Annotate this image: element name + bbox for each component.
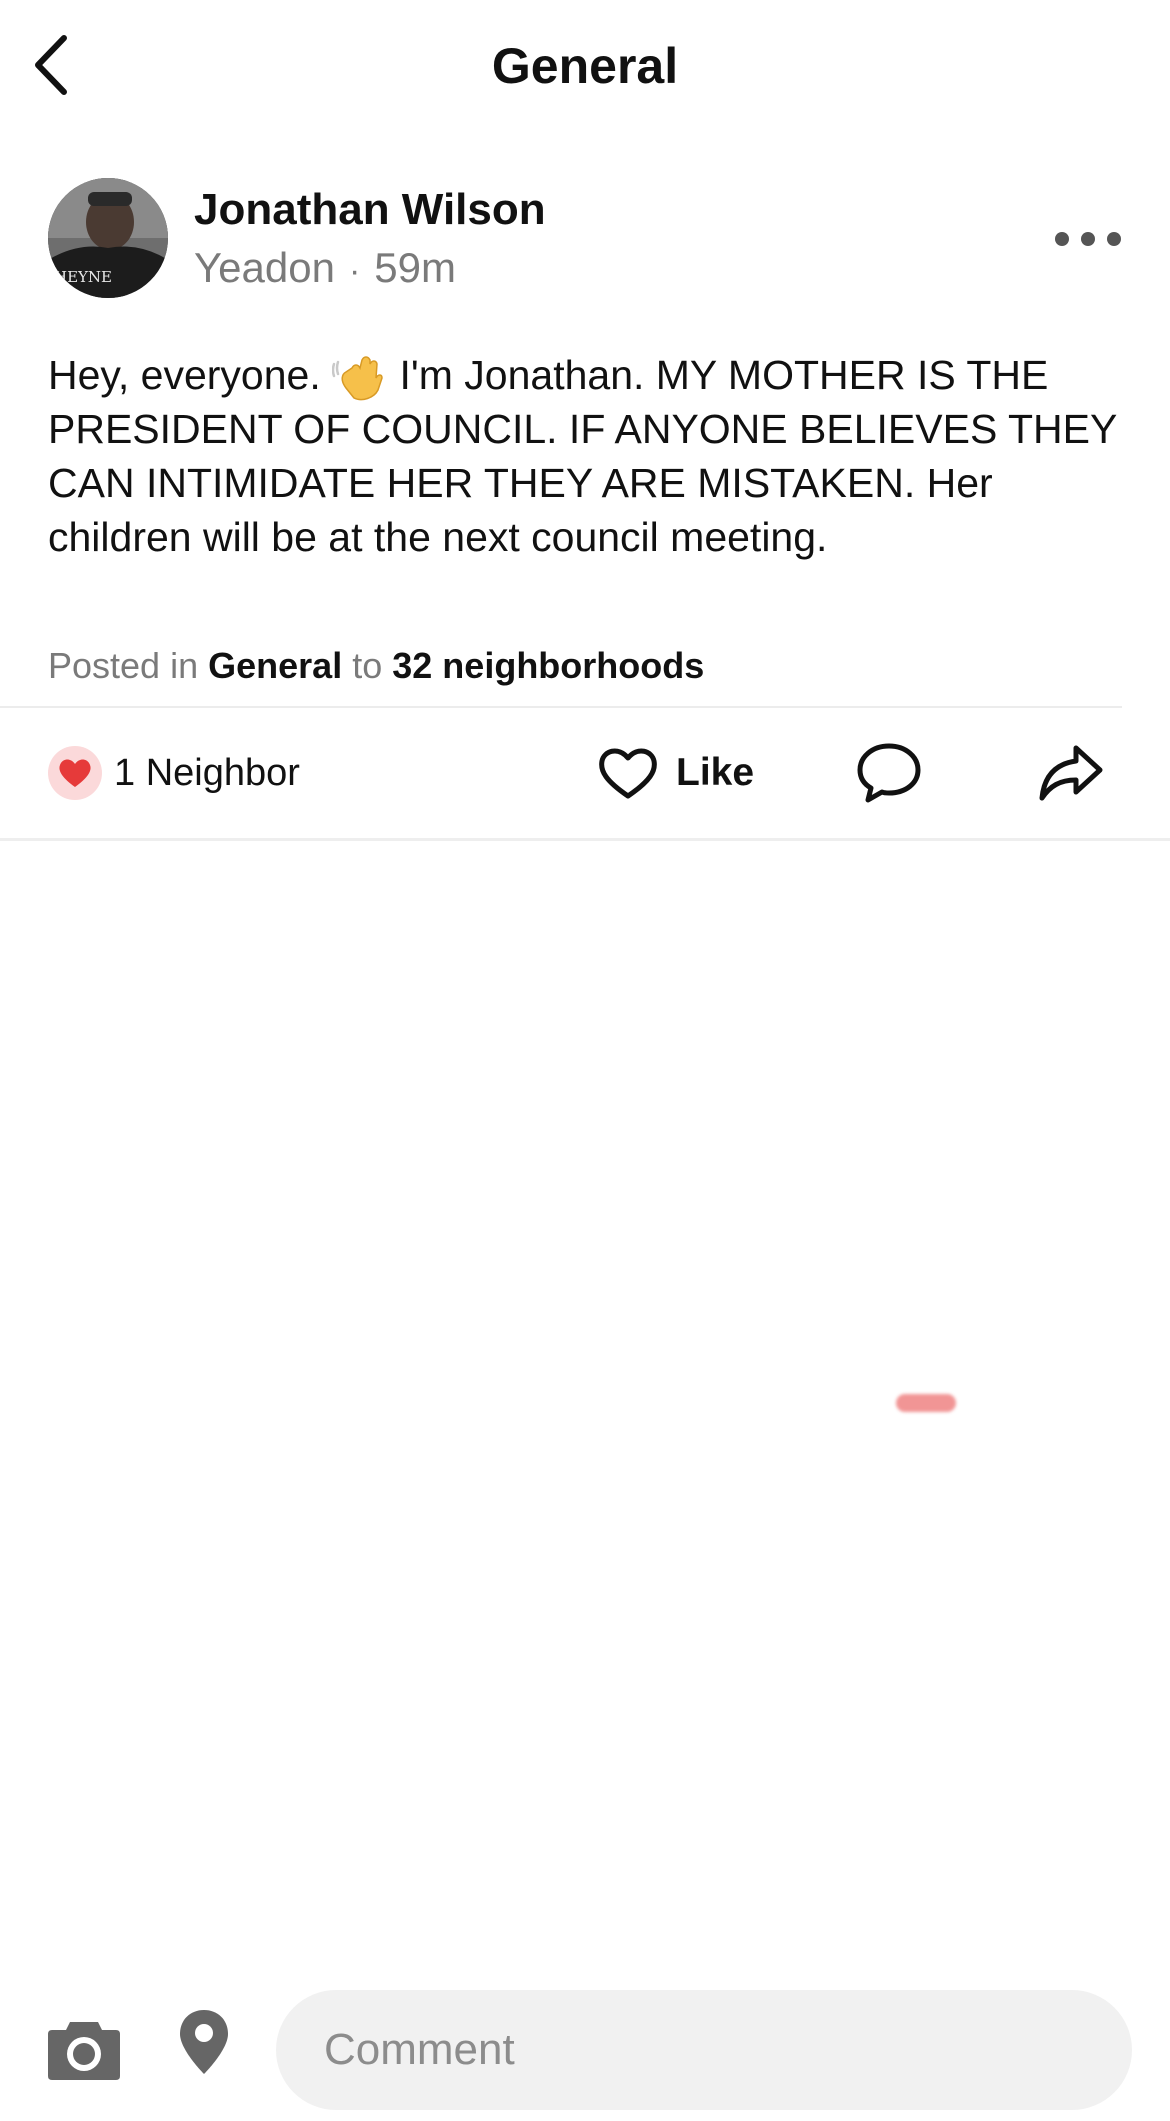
reaction-count: 1 Neighbor (114, 752, 300, 794)
camera-icon (48, 2022, 120, 2080)
location-button[interactable] (178, 2008, 230, 2078)
posted-in-connector: to (352, 645, 383, 686)
heart-reaction-badge (48, 746, 102, 800)
camera-button[interactable] (44, 2016, 124, 2082)
heart-filled-icon (59, 759, 91, 787)
like-label: Like (676, 751, 755, 794)
post-text-start: Hey, everyone. (48, 352, 321, 398)
post-time: 59m (374, 244, 456, 291)
post-body: Hey, everyone. I'm Jonathan. MY MOTHER I… (48, 348, 1128, 564)
posted-in-category-link[interactable]: General (208, 645, 342, 686)
waving-hand-icon (332, 356, 383, 401)
more-options-button[interactable] (1048, 218, 1128, 260)
map-pin-icon (180, 2010, 228, 2074)
author-meta: Yeadon · 59m (194, 242, 456, 297)
top-nav-bar: General (0, 0, 1170, 130)
post-actions-bar: 1 Neighbor Like (0, 708, 1170, 838)
posted-in-prefix: Posted in (48, 645, 199, 686)
more-horizontal-icon (1055, 232, 1121, 246)
meta-separator: · (348, 251, 361, 290)
like-button[interactable]: Like (596, 742, 754, 804)
svg-text:HEYNE: HEYNE (54, 268, 112, 286)
posted-in-line: Posted in General to 32 neighborhoods (48, 640, 704, 692)
share-button[interactable] (1036, 740, 1106, 806)
author-name[interactable]: Jonathan Wilson (194, 184, 546, 236)
heart-outline-icon (599, 748, 657, 799)
author-location[interactable]: Yeadon (194, 244, 335, 291)
red-mark (896, 1394, 956, 1412)
reaction-summary[interactable]: 1 Neighbor (48, 746, 300, 800)
share-arrow-icon (1039, 745, 1103, 801)
posted-in-audience-link[interactable]: 32 neighborhoods (392, 645, 704, 686)
comment-input[interactable] (276, 1990, 1132, 2110)
comment-button[interactable] (854, 740, 924, 806)
avatar-photo: HEYNE (48, 178, 168, 298)
speech-bubble-icon (857, 743, 921, 803)
avatar[interactable]: HEYNE (48, 178, 168, 298)
post-author-row: HEYNE Jonathan Wilson Yeadon · 59m (48, 178, 1128, 302)
page-title: General (491, 38, 679, 94)
divider (0, 838, 1170, 841)
comment-composer (0, 1980, 1170, 2121)
